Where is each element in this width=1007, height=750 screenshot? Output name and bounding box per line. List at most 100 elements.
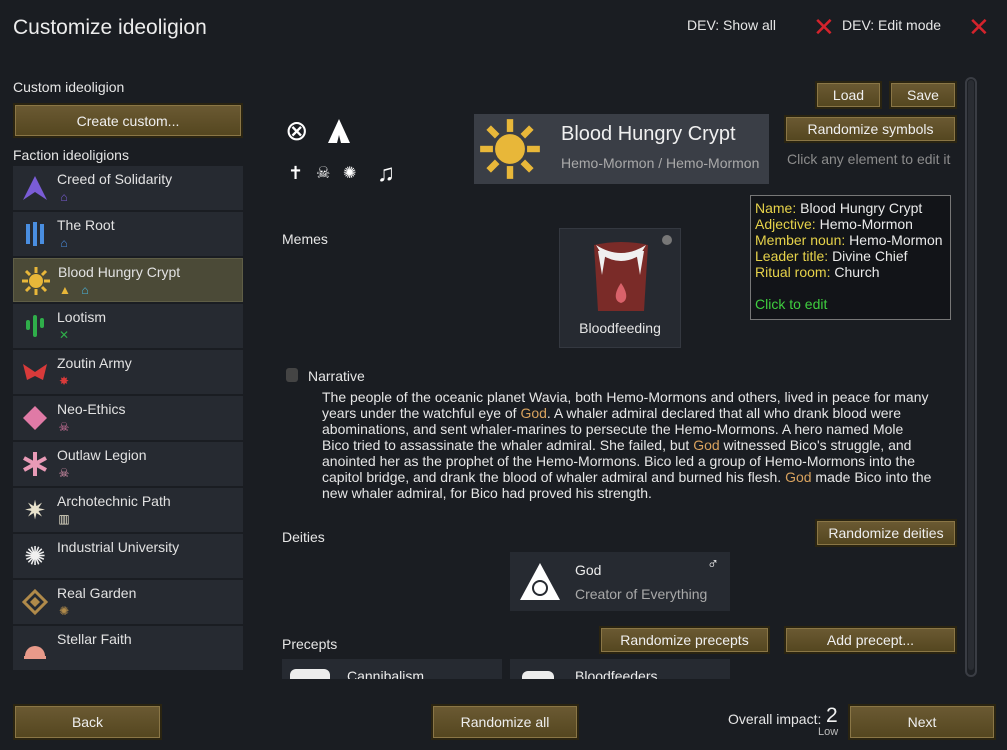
randomize-deities-button[interactable]: Randomize deities [815,519,957,547]
scrollbar-thumb[interactable] [968,80,974,670]
snowflake-symbol-icon: ✺ [24,540,46,571]
narrative-text[interactable]: The people of the oceanic planet Wavia, … [322,389,932,501]
ideo-name: Zoutin Army [57,355,132,371]
ideo-item-creed-of-solidarity[interactable]: Creed of Solidarity ⌂ [13,166,243,210]
faction-ideoligions-label: Faction ideoligions [13,147,129,163]
meme-name: Bloodfeeding [579,320,661,336]
meme-card-bloodfeeding[interactable]: Bloodfeeding [559,228,681,348]
eye-triangle-icon [518,560,562,607]
tent-icon: ▲ [59,283,71,297]
deity-name: God [575,562,602,578]
ideo-name: Industrial University [57,539,180,555]
info-key: Name: [755,200,797,216]
ideo-name: The Root [57,217,115,233]
ideo-item-outlaw-legion[interactable]: Outlaw Legion ☠ [13,442,243,486]
randomize-all-button[interactable]: Randomize all [431,704,579,740]
fangs-icon [586,241,656,316]
ideo-item-archotechnic-path[interactable]: ✷ Archotechnic Path ▥ [13,488,243,532]
music-icon[interactable]: ♫ [377,160,395,188]
precept-name: Bloodfeeders [575,668,658,679]
spider-icon: ✺ [58,604,70,618]
triangle-symbol-icon [19,172,51,204]
skull-icon: ☠ [58,420,70,434]
info-value: Church [834,264,880,280]
deity-title: Creator of Everything [575,586,708,602]
ideo-name: Archotechnic Path [57,493,171,509]
edit-hint: Click any element to edit it [787,151,951,167]
wings-symbol-icon [19,356,51,388]
close-window-button[interactable]: ✕ [968,14,990,40]
narrative-label: Narrative [308,368,365,384]
dev-show-all-button[interactable]: DEV: Show all [687,17,776,33]
info-key: Leader title: [755,248,829,264]
info-value: Divine Chief [832,248,908,264]
randomize-symbols-button[interactable]: Randomize symbols [784,115,957,143]
fangs-icon [522,671,554,679]
cactus-symbol-icon [19,310,51,342]
tent-icon[interactable] [326,117,352,148]
randomize-precepts-button[interactable]: Randomize precepts [599,626,770,654]
pillar-icon: ▥ [58,512,70,526]
ideo-title: Blood Hungry Crypt [561,123,736,145]
deities-label: Deities [282,529,325,545]
next-button[interactable]: Next [848,704,996,740]
ideo-item-stellar-faith[interactable]: Stellar Faith [13,626,243,670]
meme-dot-icon [662,235,672,245]
add-precept-button[interactable]: Add precept... [784,626,957,654]
close-icon[interactable]: ✕ [813,14,835,40]
star-icon: ✸ [58,374,70,388]
house-icon: ⌂ [60,236,68,250]
ideo-item-lootism[interactable]: Lootism ✕ [13,304,243,348]
custom-ideoligion-label: Custom ideoligion [13,79,125,95]
create-custom-button[interactable]: Create custom... [13,103,243,138]
impact-value: 2 [826,704,838,727]
impact-level: Low [818,726,839,738]
ideo-name: Lootism [57,309,107,325]
load-button[interactable]: Load [815,81,882,109]
lock-icon[interactable] [286,368,298,382]
ideo-item-neo-ethics[interactable]: Neo-Ethics ☠ [13,396,243,440]
cross-icon[interactable]: ✝ [288,163,303,184]
deity-card-god[interactable]: God Creator of Everything ♂ [510,552,730,611]
ideo-name: Real Garden [57,585,137,601]
precept-name: Cannibalism [347,668,425,679]
info-key: Member noun: [755,232,846,248]
crossed-swords-icon: ✕ [58,328,70,342]
page-title: Customize ideoligion [13,16,207,39]
deity-link[interactable]: God [520,405,546,421]
ideo-item-zoutin-army[interactable]: Zoutin Army ✸ [13,350,243,394]
precept-card-bloodfeeders[interactable]: Bloodfeeders [510,659,730,679]
precept-card-cannibalism[interactable]: Cannibalism [282,659,502,679]
circled-x-icon[interactable]: ⊗ [285,117,308,145]
ideo-item-real-garden[interactable]: Real Garden ✺ [13,580,243,624]
dome-symbol-icon [19,632,51,664]
ideo-item-the-root[interactable]: The Root ⌂ [13,212,243,256]
memes-label: Memes [282,231,328,247]
precepts-label: Precepts [282,636,338,652]
male-icon: ♂ [707,556,719,573]
info-key: Adjective: [755,216,816,232]
ideo-info-box[interactable]: Name: Blood Hungry Crypt Adjective: Hemo… [750,195,951,320]
main-scrollbar[interactable] [965,77,977,677]
spider-icon[interactable]: ✺ [343,163,356,183]
click-to-edit-link[interactable]: Click to edit [755,296,946,312]
deity-link[interactable]: God [693,437,719,453]
dev-edit-mode-button[interactable]: DEV: Edit mode [842,17,941,33]
diamond-symbol-icon [19,402,51,434]
ideo-item-industrial-university[interactable]: ✺ Industrial University [13,534,243,578]
ideo-name: Neo-Ethics [57,401,126,417]
save-button[interactable]: Save [889,81,957,109]
ideo-name: Stellar Faith [57,631,132,647]
info-key: Ritual room: [755,264,831,280]
sun-symbol-icon [20,265,52,297]
ideo-name: Outlaw Legion [57,447,147,463]
ideo-name: Creed of Solidarity [57,171,173,187]
deity-link[interactable]: God [785,469,811,485]
info-value: Hemo-Mormon [849,232,943,248]
teeth-icon [290,669,330,679]
ideo-item-blood-hungry-crypt[interactable]: Blood Hungry Crypt ▲ ⌂ [13,258,243,302]
ideo-name-card[interactable]: Blood Hungry Crypt Hemo-Mormon / Hemo-Mo… [474,114,769,184]
skull-icon: ☠ [58,466,70,480]
back-button[interactable]: Back [13,704,162,740]
skull-icon[interactable]: ☠ [316,163,330,183]
